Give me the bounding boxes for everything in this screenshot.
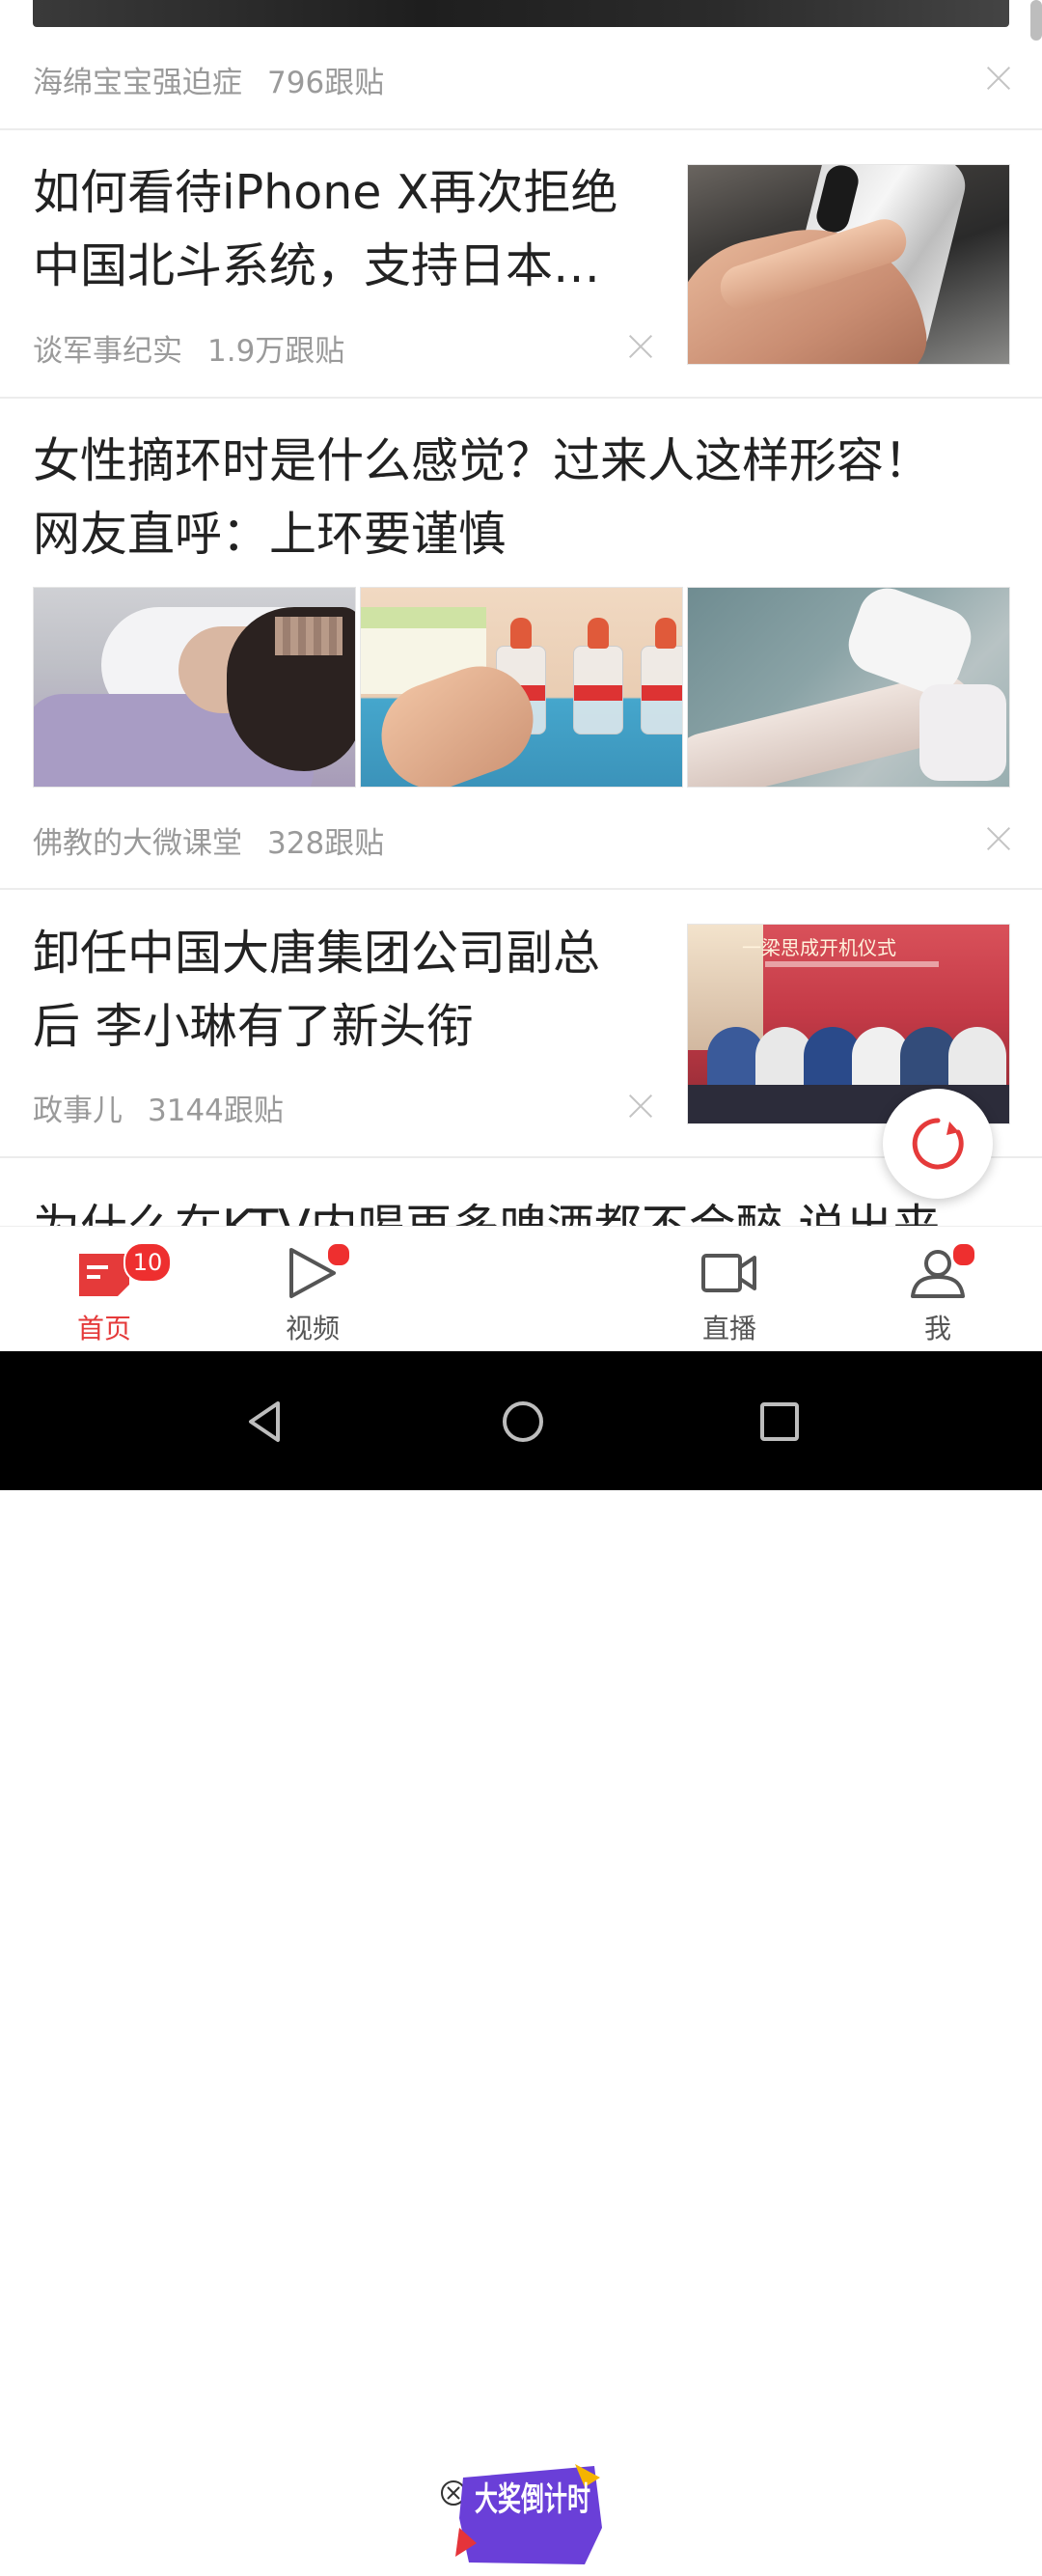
article-meta: 政事儿 3144跟贴 (33, 1086, 284, 1129)
article-source: 政事儿 (33, 1094, 123, 1128)
divider (0, 397, 1042, 399)
title-line: 女性摘环时是什么感觉？过来人这样形容！ (33, 433, 932, 488)
red-dot-badge (326, 1242, 351, 1267)
promo-countdown-button[interactable]: 大奖倒计时 (430, 2460, 612, 2572)
article-thumbnail[interactable] (687, 164, 1010, 365)
tab-video[interactable]: 视频 (208, 1227, 417, 1352)
promo-badge-icon: 大奖倒计时 (441, 2464, 602, 2564)
tab-me[interactable]: 我 (834, 1227, 1042, 1352)
article-title[interactable]: 为什么在KTV内喝再多啤酒都不会醉 说出来 (33, 1189, 940, 1226)
notification-badge: 10 (123, 1242, 172, 1283)
reply-count: 328跟贴 (267, 826, 385, 861)
article-thumbnail[interactable] (33, 587, 356, 788)
promo-text: 大奖倒计时 (475, 2480, 590, 2519)
tab-home[interactable]: 10 首页 (0, 1227, 208, 1352)
title-line: 如何看待iPhone X再次拒绝 (33, 165, 618, 220)
news-feed[interactable]: 海绵宝宝强迫症 796跟贴 如何看待iPhone X再次拒绝 中国北斗系统，支持日… (0, 0, 1042, 1226)
refresh-button[interactable] (883, 1089, 993, 1199)
bottom-tab-bar: 10 首页 视频 大奖倒计时 直播 我 (0, 1226, 1042, 2564)
dismiss-icon[interactable] (628, 1094, 653, 1119)
article-title[interactable]: 女性摘环时是什么感觉？过来人这样形容！ 网友直呼：上环要谨慎 (33, 425, 931, 571)
article-title[interactable]: 卸任中国大唐集团公司副总 后 李小琳有了新头衔 (33, 917, 600, 1064)
title-line: 中国北斗系统，支持日本… (33, 238, 601, 293)
tab-label: 首页 (76, 1313, 131, 1344)
article-source: 佛教的大微课堂 (33, 826, 242, 861)
tab-label: 我 (923, 1313, 951, 1344)
video-camera-icon (701, 1254, 756, 1292)
back-icon[interactable] (243, 1399, 288, 1444)
divider (0, 888, 1042, 890)
article-meta: 海绵宝宝强迫症 796跟贴 (33, 58, 384, 101)
article-image[interactable] (33, 0, 1009, 27)
home-icon[interactable] (501, 1399, 545, 1444)
title-line: 网友直呼：上环要谨慎 (33, 507, 507, 562)
reply-count: 3144跟贴 (148, 1094, 284, 1128)
red-dot-badge (951, 1242, 976, 1267)
article-thumbnail[interactable] (687, 587, 1010, 788)
tab-live[interactable]: 直播 (625, 1227, 834, 1352)
reply-count: 796跟贴 (267, 66, 385, 100)
article-source: 海绵宝宝强迫症 (33, 66, 242, 100)
article-title[interactable]: 如何看待iPhone X再次拒绝 中国北斗系统，支持日本… (33, 156, 618, 303)
title-line: 后 李小琳有了新头衔 (33, 999, 474, 1054)
title-line: 卸任中国大唐集团公司副总 (33, 926, 601, 981)
article-meta: 谈军事纪实 1.9万跟贴 (33, 326, 344, 370)
image-caption: 一梁思成开机仪式 (742, 936, 896, 959)
divider (0, 128, 1042, 130)
dismiss-icon[interactable] (986, 66, 1011, 91)
system-navigation-bar (0, 1351, 1042, 1490)
dismiss-icon[interactable] (628, 334, 653, 359)
article-source: 谈军事纪实 (33, 334, 182, 369)
recents-icon[interactable] (757, 1399, 802, 1444)
tab-label: 直播 (701, 1313, 756, 1344)
article-meta: 佛教的大微课堂 328跟贴 (33, 818, 384, 862)
reply-count: 1.9万跟贴 (207, 334, 345, 369)
refresh-icon (912, 1118, 964, 1170)
dismiss-icon[interactable] (986, 826, 1011, 851)
article-thumbnail[interactable] (360, 587, 683, 788)
tab-label: 视频 (285, 1313, 340, 1344)
